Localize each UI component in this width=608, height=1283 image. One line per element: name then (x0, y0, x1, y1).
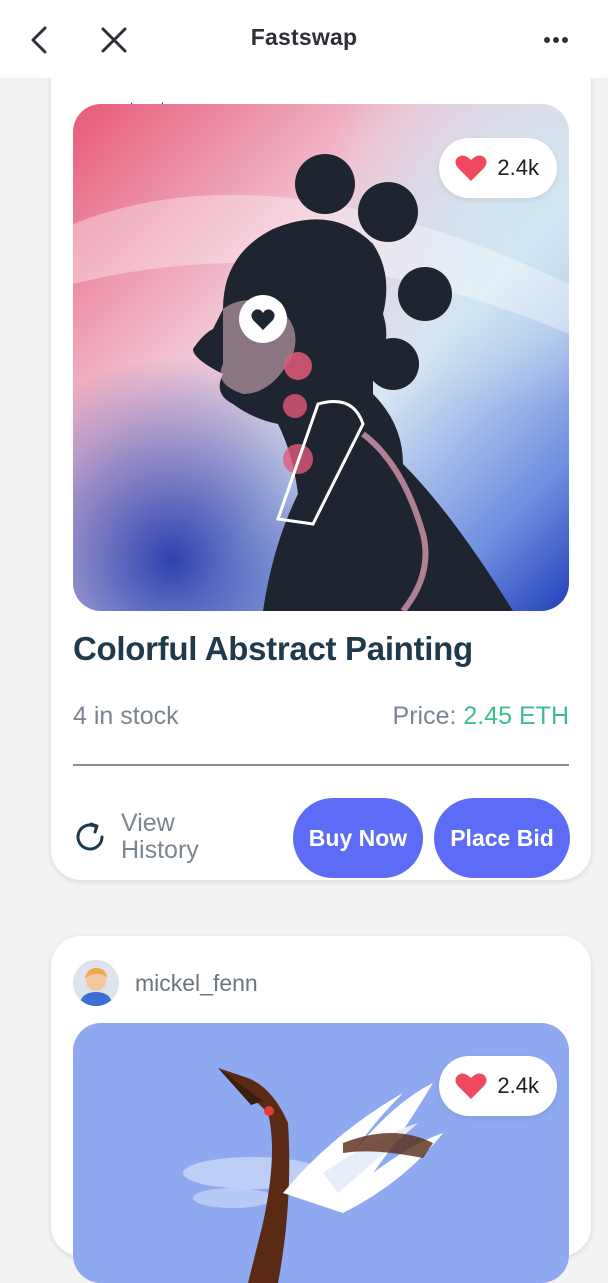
heart-icon (455, 155, 487, 181)
nft-card: mickel_fenn 2.4k (51, 936, 591, 1283)
more-horizontal-icon (544, 37, 568, 43)
price-value: 2.45 ETH (463, 702, 569, 730)
view-history-button[interactable]: View History (73, 810, 221, 864)
like-count: 2.4k (497, 155, 539, 180)
place-bid-button[interactable]: Place Bid (434, 798, 570, 878)
price-label: Price: (392, 702, 457, 730)
more-options-button[interactable] (534, 18, 578, 62)
buy-now-button[interactable]: Buy Now (293, 798, 423, 878)
like-button[interactable]: 2.4k (439, 138, 557, 198)
like-button[interactable]: 2.4k (439, 1056, 557, 1116)
nft-card: 2.4k Colorful Abstract Painting 4 in sto… (51, 40, 591, 880)
stock-count: 4 in stock (73, 702, 179, 730)
like-count: 2.4k (497, 1073, 539, 1098)
top-app-bar: Fastswap (0, 0, 608, 78)
divider (73, 764, 569, 766)
price: Price: 2.45 ETH (393, 702, 569, 731)
heart-icon (455, 1073, 487, 1099)
avatar (73, 960, 119, 1006)
refresh-icon (76, 822, 104, 851)
page-title: Fastswap (250, 24, 358, 50)
owner-name: mickel_fenn (135, 969, 258, 996)
item-title: Colorful Abstract Painting (73, 630, 473, 667)
view-history-label: View History (121, 809, 199, 864)
owner-row[interactable]: mickel_fenn (73, 960, 258, 1006)
